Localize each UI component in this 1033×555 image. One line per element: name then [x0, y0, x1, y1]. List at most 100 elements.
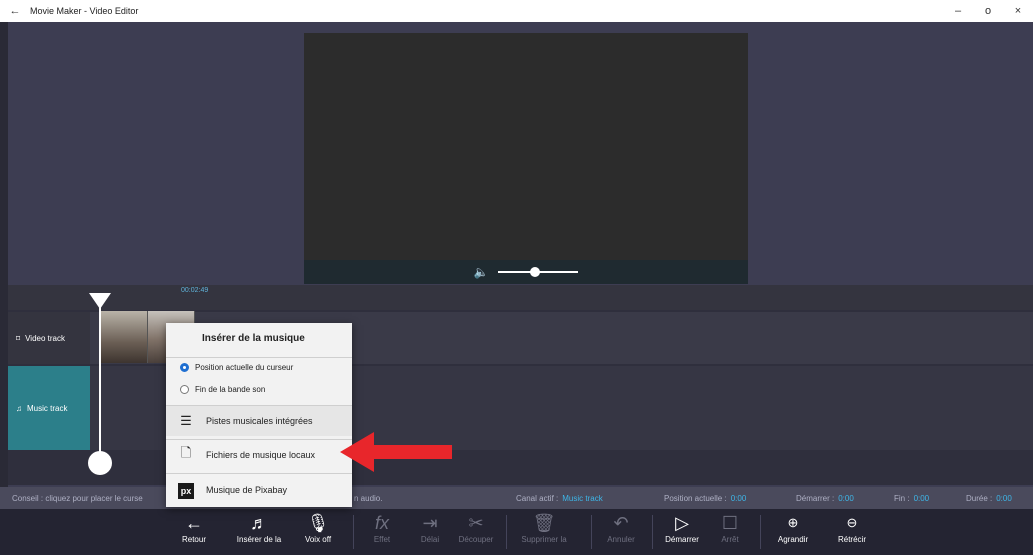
window-title: Movie Maker - Video Editor	[30, 6, 139, 16]
radio-end-label: Fin de la bande son	[195, 385, 266, 394]
popup-divider	[166, 473, 352, 474]
duration: Durée :0:00	[966, 494, 1012, 503]
back-arrow-icon[interactable]: ←	[0, 5, 30, 17]
tip-text-start: Conseil : cliquez pour placer le curse	[12, 493, 143, 503]
delay-label: Délai	[420, 535, 440, 544]
scissors-icon: ✂	[468, 513, 484, 533]
radio-cursor-position-label: Position actuelle du curseur	[195, 363, 294, 372]
stop-button[interactable]: ☐ Arrêt	[702, 511, 758, 553]
bottom-toolbar: ← Retour ♬ Insérer de la 🎙 Voix off fx E…	[0, 509, 1033, 555]
menu-pixabay-label: Musique de Pixabay	[206, 485, 288, 495]
popup-title: Insérer de la musique	[202, 333, 305, 344]
stop-icon: ☐	[721, 513, 739, 533]
play-label: Démarrer	[665, 535, 699, 544]
tip-text-end: n audio.	[354, 493, 383, 503]
speaker-icon[interactable]: 🔈	[474, 265, 489, 279]
active-channel-label: Canal actif :	[516, 493, 559, 503]
menu-builtin-tracks-label: Pistes musicales intégrées	[206, 416, 313, 426]
preview-controls: 🔈	[304, 260, 748, 284]
end-time: Fin :0:00	[894, 494, 929, 503]
pixabay-icon: px	[166, 482, 206, 499]
voice-over-label: Voix off	[304, 535, 332, 544]
toolbar-separator	[652, 515, 653, 549]
menu-builtin-tracks[interactable]: ☰ Pistes musicales intégrées	[166, 406, 352, 436]
music-add-icon: ♬	[250, 513, 268, 533]
music-track-header[interactable]: ♫ Music track	[8, 366, 90, 450]
effect-label: Effet	[373, 535, 391, 544]
zoom-out-label: Rétrécir	[837, 535, 866, 544]
delay-icon: ⇥	[422, 513, 438, 533]
radio-selected-icon[interactable]	[180, 363, 189, 372]
preview-left-area	[8, 33, 304, 285]
undo-icon: ↶	[613, 513, 629, 533]
active-channel: Canal actif : Music track	[516, 494, 603, 503]
playlist-icon: ☰	[180, 413, 192, 428]
voice-over-button[interactable]: 🎙 Voix off	[290, 511, 346, 553]
stop-label: Arrêt	[721, 535, 739, 544]
back-button[interactable]: ← Retour	[166, 511, 222, 553]
insert-music-button[interactable]: ♬ Insérer de la	[231, 511, 287, 553]
start-time-label: Démarrer :	[796, 493, 835, 503]
zoom-out-icon: ⊖	[846, 515, 858, 530]
insert-music-popup: Insérer de la musique Position actuelle …	[166, 323, 352, 507]
current-position: Position actuelle :0:00	[664, 494, 746, 503]
arrow-left-icon: ←	[185, 513, 203, 533]
video-preview[interactable]	[304, 33, 748, 260]
insert-music-label: Insérer de la	[236, 535, 282, 544]
film-icon: ⌑	[16, 333, 21, 343]
fx-icon: fx	[374, 513, 389, 533]
zoom-in-label: Agrandir	[777, 535, 809, 544]
volume-slider[interactable]	[498, 267, 579, 277]
toolbar-separator	[760, 515, 761, 549]
video-track-label: Video track	[25, 333, 65, 343]
menu-local-files-label: Fichiers de musique locaux	[206, 450, 316, 460]
timeline-ruler[interactable]	[8, 285, 1033, 310]
maximize-button[interactable]: o	[973, 5, 1003, 17]
microphone-icon: 🎙	[306, 513, 330, 533]
popup-divider	[166, 357, 352, 358]
video-track-header[interactable]: ⌑ Video track	[8, 312, 90, 364]
pixabay-logo: px	[178, 482, 194, 499]
left-edge	[0, 22, 8, 492]
current-position-label: Position actuelle :	[664, 493, 727, 503]
undo-button[interactable]: ↶ Annuler	[593, 511, 649, 553]
start-time-value: 0:00	[838, 493, 854, 503]
status-bar: Conseil : cliquez pour placer le curse n…	[0, 487, 1033, 509]
radio-end-of-soundtrack[interactable]: Fin de la bande son	[180, 385, 265, 394]
music-track-label: Music track	[27, 403, 68, 413]
playhead-handle-bottom[interactable]	[88, 451, 112, 475]
end-time-label: Fin :	[894, 493, 910, 503]
music-note-icon: ♫	[16, 403, 22, 413]
zoom-out-button[interactable]: ⊖ Rétrécir	[824, 511, 880, 553]
volume-slider-thumb[interactable]	[530, 267, 541, 277]
playhead-line[interactable]	[99, 300, 101, 462]
end-time-value: 0:00	[913, 493, 930, 503]
undo-label: Annuler	[607, 535, 635, 544]
play-icon: ▷	[675, 513, 689, 533]
menu-pixabay[interactable]: px Musique de Pixabay	[166, 475, 352, 505]
cut-label: Découper	[458, 535, 494, 544]
preview-right-area	[748, 33, 1033, 285]
delete-label: Supprimer la	[521, 535, 567, 544]
zoom-in-button[interactable]: ⊕ Agrandir	[765, 511, 821, 553]
duration-value: 0:00	[996, 493, 1012, 503]
current-position-value: 0:00	[730, 493, 747, 503]
trash-icon: 🗑	[532, 513, 556, 533]
close-button[interactable]: ×	[1003, 5, 1033, 17]
playhead-handle-top[interactable]	[89, 293, 111, 309]
duration-label: Durée :	[966, 493, 993, 503]
toolbar-separator	[591, 515, 592, 549]
active-channel-value: Music track	[562, 493, 603, 503]
delete-button[interactable]: 🗑 Supprimer la	[516, 511, 572, 553]
file-icon: 🗋	[180, 445, 192, 460]
radio-unselected-icon[interactable]	[180, 385, 189, 394]
cursor-time-label: 00:02:49	[181, 287, 209, 294]
menu-local-files[interactable]: 🗋 Fichiers de musique locaux	[166, 440, 352, 470]
radio-cursor-position[interactable]: Position actuelle du curseur	[180, 363, 293, 372]
minimize-button[interactable]: –	[943, 5, 973, 17]
cut-button[interactable]: ✂ Découper	[448, 511, 504, 553]
red-arrow-icon	[340, 432, 452, 472]
zoom-in-icon: ⊕	[787, 515, 799, 530]
toolbar-separator	[506, 515, 507, 549]
back-button-label: Retour	[181, 535, 206, 544]
